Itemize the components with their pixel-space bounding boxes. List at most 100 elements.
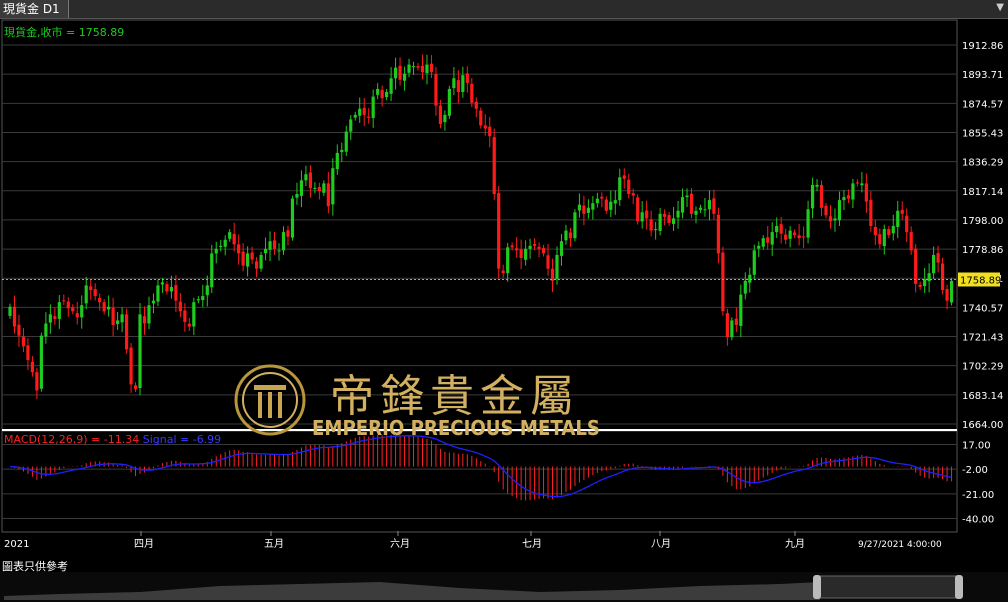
candle-body: [438, 105, 443, 124]
candle-body: [609, 201, 613, 210]
candle-body: [716, 214, 721, 254]
price-tick-label: 1683.14: [962, 391, 1003, 402]
chart-tab[interactable]: 現貨金 D1: [0, 0, 69, 18]
candle-body: [241, 251, 245, 266]
x-tick-label: 九月: [785, 538, 805, 550]
candle-body: [75, 313, 79, 318]
candle-body: [797, 235, 801, 239]
price-tick-label: 1778.86: [962, 245, 1003, 256]
candle-body: [618, 177, 622, 201]
candle-body: [223, 239, 227, 247]
candle-body: [246, 253, 250, 267]
candle-body: [66, 301, 70, 309]
candle-body: [272, 240, 277, 249]
candle-body: [891, 226, 895, 234]
macd-tick-label: -40.00: [962, 515, 994, 526]
x-tick-label: 四月: [134, 538, 154, 550]
candle-body: [541, 247, 546, 254]
candle-body: [250, 252, 254, 260]
candle-body: [393, 67, 398, 79]
candle-body: [833, 218, 837, 221]
candle-body: [819, 184, 824, 208]
candle-body: [228, 232, 232, 239]
chevron-down-icon[interactable]: ▼: [996, 2, 1004, 13]
macd-tick-label: -2.00: [962, 465, 988, 476]
candle-body: [322, 183, 326, 193]
candle-body: [810, 184, 815, 209]
macd-tick-label: -21.00: [962, 490, 994, 501]
candle-body: [739, 294, 743, 326]
x-tick-label: 六月: [390, 538, 410, 550]
price-legend: 現貨金,收市 = 1758.89: [4, 25, 124, 39]
candle-body: [214, 248, 218, 254]
x-tick-label: 五月: [264, 538, 284, 550]
candle-body: [703, 209, 707, 211]
candle-body: [936, 253, 940, 263]
candle-body: [133, 385, 138, 389]
candle-body: [286, 230, 290, 237]
candle-body: [156, 285, 160, 302]
candle-body: [685, 195, 689, 198]
candle-body: [752, 250, 756, 275]
candle-body: [528, 245, 532, 249]
candle-body: [53, 316, 57, 319]
scroll-handle-right[interactable]: [955, 575, 963, 599]
price-tick-label: 1664.00: [962, 420, 1003, 431]
candle-body: [84, 285, 88, 304]
candle-body: [147, 305, 151, 324]
candle-body: [855, 182, 859, 184]
candle-body: [564, 230, 568, 241]
macd-legend: MACD(12,26,9) = -11.34 Signal = -6.99: [4, 433, 221, 446]
candle-body: [945, 289, 949, 301]
candle-body: [44, 323, 48, 337]
candle-body: [111, 307, 115, 326]
price-tick-label: 1836.29: [962, 158, 1003, 169]
candle-body: [483, 125, 487, 129]
candle-body: [142, 316, 147, 324]
candle-body: [407, 64, 411, 73]
candle-body: [402, 73, 407, 81]
candle-body: [416, 66, 420, 68]
candle-body: [335, 152, 339, 170]
candle-body: [757, 245, 761, 249]
candle-body: [932, 254, 936, 274]
price-tick-label: 1912.86: [962, 41, 1003, 52]
candle-body: [210, 253, 214, 288]
chart-scrollbar[interactable]: [0, 572, 1008, 602]
macd-panel-frame: [1, 430, 958, 533]
candle-body: [93, 289, 97, 297]
candle-body: [532, 243, 537, 246]
candle-body: [425, 64, 429, 74]
candle-body: [900, 209, 904, 214]
candle-body: [474, 101, 478, 109]
candle-body: [824, 205, 828, 216]
watermark-chinese: 帝鋒貴金屬: [330, 371, 580, 422]
candle-body: [165, 284, 169, 292]
candle-body: [80, 305, 84, 318]
candle-body: [636, 197, 640, 222]
candle-body: [815, 184, 819, 187]
candle-body: [62, 300, 66, 302]
candle-body: [389, 78, 393, 94]
candle-body: [71, 307, 75, 312]
candle-body: [788, 230, 792, 239]
candle-body: [519, 249, 523, 258]
candle-body: [420, 65, 425, 73]
candle-body: [940, 263, 945, 290]
candle-body: [622, 175, 626, 179]
candle-body: [882, 229, 886, 247]
candle-body: [680, 197, 685, 213]
x-tick-label: 七月: [522, 538, 542, 550]
candle-body: [627, 179, 631, 195]
candle-body: [748, 274, 752, 283]
candle-body: [707, 200, 712, 210]
candle-body: [524, 248, 528, 260]
candle-body: [501, 270, 505, 274]
candle-body: [914, 248, 918, 284]
candle-body: [784, 234, 788, 240]
price-tick-label: 1740.57: [962, 303, 1003, 314]
price-chart[interactable]: 1912.86 1893.71 1874.57 1855.43 1836.29 1817.…: [0, 19, 1008, 551]
candle-body: [878, 234, 882, 245]
candle-body: [479, 110, 483, 126]
scroll-handle-left[interactable]: [813, 575, 821, 599]
